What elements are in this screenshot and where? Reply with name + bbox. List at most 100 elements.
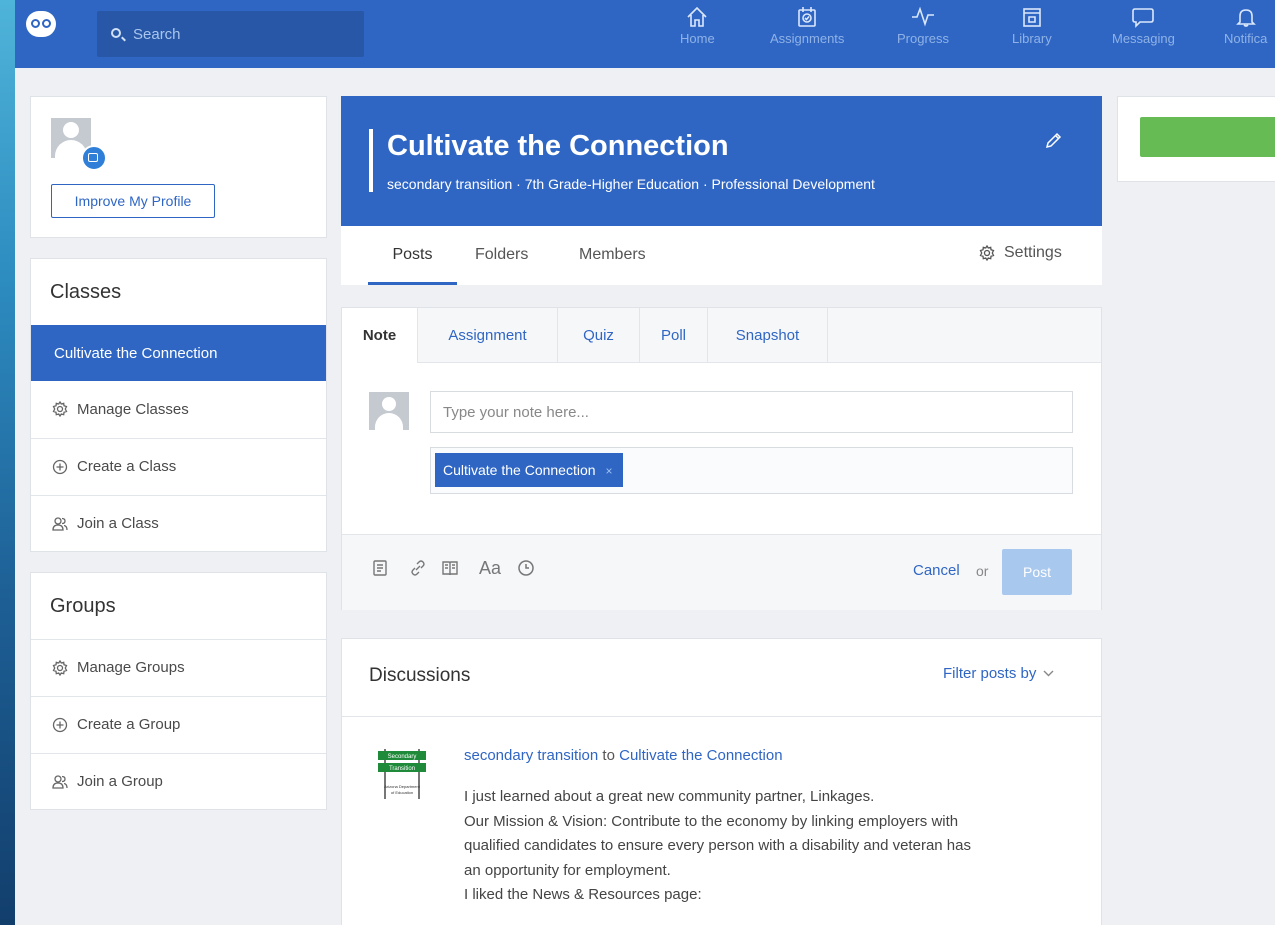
note-input[interactable] — [430, 391, 1073, 433]
recipient-tag[interactable]: Cultivate the Connection × — [435, 453, 623, 487]
nav-library[interactable]: Library — [1012, 0, 1052, 68]
camera-icon[interactable] — [81, 145, 107, 171]
progress-icon — [912, 6, 935, 27]
class-item-active[interactable]: Cultivate the Connection — [31, 325, 326, 381]
filter-label: Filter posts by — [943, 665, 1037, 682]
composer-footer: Aa Cancel or Post — [342, 534, 1101, 610]
app-logo-icon[interactable] — [26, 11, 56, 37]
join-class-link[interactable]: Join a Class — [31, 495, 326, 551]
nav-home[interactable]: Home — [680, 0, 715, 68]
class-header: Cultivate the Connection secondary trans… — [341, 96, 1102, 226]
recipient-tag-label: Cultivate the Connection — [443, 462, 596, 478]
post-line: I just learned about a great new communi… — [464, 788, 875, 805]
or-text: or — [976, 563, 989, 579]
nav-messaging[interactable]: Messaging — [1112, 0, 1175, 68]
post-body: I just learned about a great new communi… — [464, 785, 1074, 908]
right-action-button[interactable]: S — [1140, 117, 1275, 157]
tab-members[interactable]: Members — [579, 226, 646, 285]
clock-icon[interactable] — [517, 559, 535, 577]
discussions-card: Discussions Filter posts by Secondary Tr… — [341, 638, 1102, 925]
library-book-icon[interactable] — [441, 559, 459, 577]
join-group-label: Join a Group — [77, 773, 163, 790]
tab-assignment[interactable]: Assignment — [418, 308, 558, 362]
file-icon[interactable] — [371, 559, 389, 577]
gear-icon — [52, 659, 68, 676]
format-text-icon[interactable]: Aa — [479, 558, 501, 579]
profile-card: Improve My Profile — [30, 96, 327, 238]
divider — [342, 716, 1101, 717]
discussions-title: Discussions — [369, 665, 471, 686]
tab-folders[interactable]: Folders — [475, 226, 528, 285]
tab-note[interactable]: Note — [342, 308, 418, 363]
nav-library-label: Library — [1012, 31, 1052, 46]
sign-transition-text: Transition — [389, 766, 415, 772]
post-line: I liked the News & Resources page: — [464, 886, 702, 903]
plus-circle-icon — [52, 717, 68, 733]
nav-notifications[interactable]: Notifica — [1224, 0, 1267, 68]
search-box[interactable] — [97, 11, 364, 57]
people-icon — [52, 516, 68, 532]
tab-posts[interactable]: Posts — [368, 226, 457, 285]
filter-posts-dropdown[interactable]: Filter posts by — [943, 665, 1054, 682]
post-line: qualified candidates to ensure every per… — [464, 837, 971, 854]
nav-assignments[interactable]: Assignments — [770, 0, 844, 68]
create-class-label: Create a Class — [77, 458, 177, 475]
post-target-link[interactable]: Cultivate the Connection — [619, 747, 782, 764]
top-nav-bar: Home Assignments Progress Library Messag… — [15, 0, 1275, 68]
create-group-link[interactable]: Create a Group — [31, 696, 326, 752]
search-icon — [111, 28, 121, 38]
remove-tag-icon[interactable]: × — [606, 464, 613, 478]
nav-progress[interactable]: Progress — [897, 0, 949, 68]
groups-card: Groups Manage Groups Create a Group Join… — [30, 572, 327, 810]
secondary-transition-logo[interactable]: Secondary Transition Arizona Department … — [366, 745, 438, 805]
groups-heading: Groups — [50, 595, 116, 617]
join-group-link[interactable]: Join a Group — [31, 753, 326, 809]
chevron-down-icon — [1043, 670, 1054, 677]
class-title: Cultivate the Connection — [387, 130, 729, 162]
post-line: an opportunity for employment. — [464, 861, 671, 879]
tab-quiz[interactable]: Quiz — [558, 308, 640, 362]
sign-ade-text: Arizona Department — [384, 784, 420, 789]
manage-groups-label: Manage Groups — [77, 659, 185, 676]
manage-groups-link[interactable]: Manage Groups — [31, 639, 326, 695]
class-tabs: Posts Folders Members Settings — [341, 226, 1102, 285]
post-composer: Note Assignment Quiz Poll Snapshot Culti… — [341, 307, 1102, 610]
manage-classes-label: Manage Classes — [77, 400, 189, 418]
right-panel: S — [1117, 96, 1275, 182]
tab-poll[interactable]: Poll — [640, 308, 708, 362]
sign-education-text: of Education — [391, 790, 413, 795]
home-icon — [687, 6, 707, 27]
bell-icon — [1235, 9, 1256, 27]
sign-secondary-text: Secondary — [388, 754, 417, 760]
link-icon[interactable] — [409, 559, 427, 577]
gear-icon — [52, 401, 68, 417]
improve-profile-button[interactable]: Improve My Profile — [51, 184, 215, 218]
cancel-link[interactable]: Cancel — [913, 562, 960, 579]
nav-messaging-label: Messaging — [1112, 31, 1175, 46]
class-subtitle: secondary transition · 7th Grade-Higher … — [387, 176, 875, 192]
post-line: Our Mission & Vision: Contribute to the … — [464, 812, 959, 830]
pencil-icon[interactable] — [1044, 132, 1062, 150]
tab-snapshot[interactable]: Snapshot — [708, 308, 828, 362]
gear-icon — [979, 245, 995, 261]
join-class-label: Join a Class — [77, 515, 159, 532]
user-avatar — [369, 392, 409, 430]
messaging-icon — [1132, 8, 1155, 28]
search-input[interactable] — [131, 21, 355, 47]
recipient-box[interactable]: Cultivate the Connection × — [430, 447, 1073, 494]
plus-circle-icon — [52, 459, 68, 475]
manage-classes-link[interactable]: Manage Classes — [31, 381, 326, 437]
app-window: Home Assignments Progress Library Messag… — [15, 0, 1275, 925]
nav-notifications-label: Notifica — [1224, 31, 1268, 46]
settings-label: Settings — [1004, 244, 1062, 261]
nav-assignments-label: Assignments — [770, 31, 845, 46]
nav-home-label: Home — [680, 31, 715, 46]
post-button[interactable]: Post — [1002, 549, 1072, 595]
settings-link[interactable]: Settings — [979, 244, 1062, 262]
header-accent-bar — [369, 129, 373, 192]
classes-heading: Classes — [50, 281, 122, 303]
people-icon — [52, 774, 68, 790]
post-author-link[interactable]: secondary transition — [464, 747, 598, 764]
create-group-label: Create a Group — [77, 716, 181, 733]
create-class-link[interactable]: Create a Class — [31, 438, 326, 494]
